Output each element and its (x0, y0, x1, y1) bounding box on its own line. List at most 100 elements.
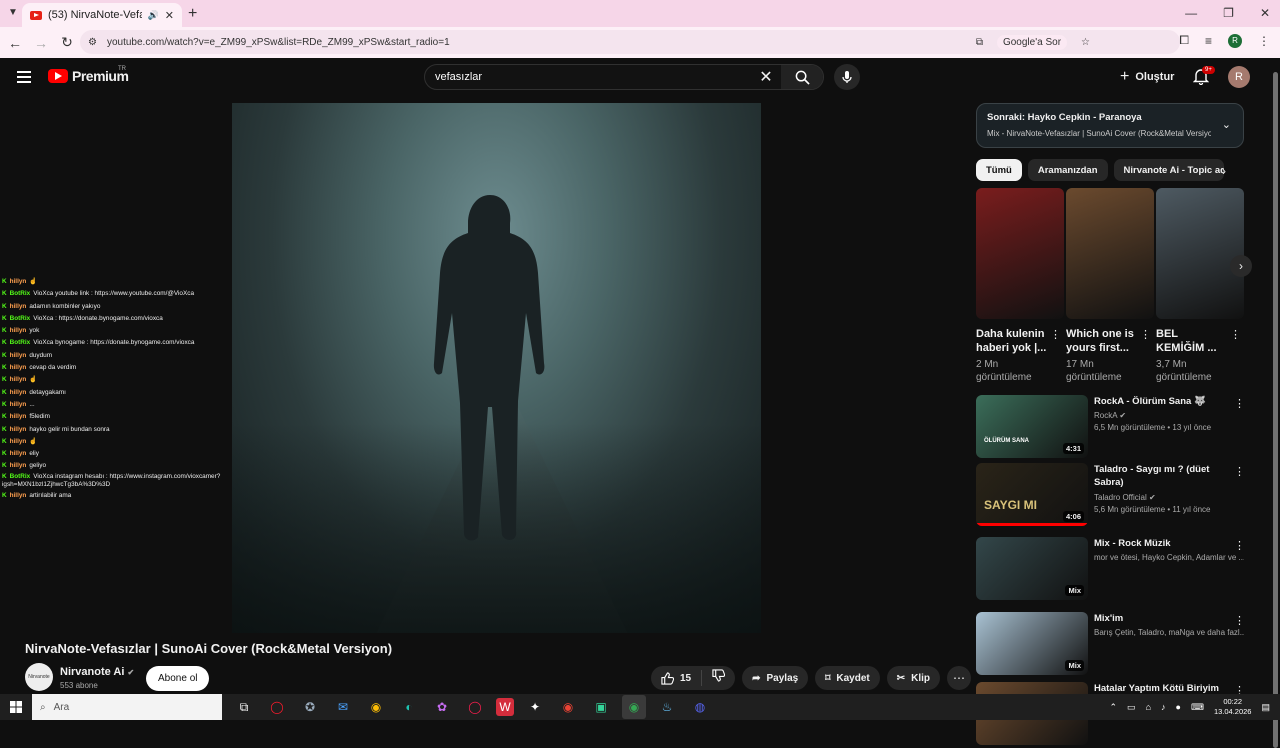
short-card[interactable]: Which one is yours first... 17 Mn görüntü… (1066, 188, 1154, 384)
taskbar-search[interactable]: ⌕ Ara (32, 694, 222, 720)
notification-center-icon[interactable]: ▤ (1261, 702, 1270, 713)
minimize-button[interactable]: — (1185, 6, 1197, 20)
app-green-icon[interactable]: ▣ (589, 695, 613, 719)
opera-icon[interactable]: ◯ (265, 695, 289, 719)
scrollbar[interactable] (1271, 58, 1280, 748)
more-vert-icon[interactable]: ⋮ (1234, 397, 1245, 410)
edge-icon[interactable]: ◐ (397, 695, 421, 719)
voice-search-button[interactable] (834, 64, 860, 90)
speaker-icon[interactable]: ♪ (1161, 702, 1166, 712)
like-button[interactable]: 15 (651, 670, 703, 686)
tray-app-icon[interactable]: ▭ (1127, 702, 1136, 713)
game-icon[interactable]: ✦ (523, 695, 547, 719)
user-avatar[interactable]: R (1228, 66, 1250, 88)
recommendation-channel[interactable]: Taladro Official ✔ (1094, 493, 1244, 502)
save-button[interactable]: ⌑ Kaydet (815, 666, 880, 690)
more-vert-icon[interactable]: ⋮ (1234, 465, 1245, 478)
cast-icon[interactable]: ⧉ (976, 37, 983, 48)
site-info-icon[interactable]: ⚙ (88, 37, 97, 48)
short-title[interactable]: BEL KEMİĞİM ... (1156, 327, 1228, 355)
url-text[interactable]: youtube.com/watch?v=e_ZM99_xPSw&list=RDe… (107, 37, 450, 48)
reading-list-icon[interactable]: ≡ (1205, 34, 1212, 48)
chevron-right-icon[interactable]: › (1222, 164, 1226, 178)
forward-button[interactable]: → (28, 35, 54, 51)
steam-icon[interactable]: ♨ (655, 695, 679, 719)
tray-chevron-icon[interactable]: ⌃ (1110, 702, 1118, 713)
short-title[interactable]: Daha kulenin haberi yok |... (976, 327, 1048, 355)
chrome-icon[interactable]: ◉ (364, 695, 388, 719)
recommendation-title[interactable]: Taladro - Saygı mı ? (düet Sabra) (1094, 463, 1224, 489)
recommendation-channel[interactable]: Barış Çetin, Taladro, maNga ve daha fazl… (1094, 628, 1244, 637)
reload-button[interactable]: ↻ (54, 34, 80, 51)
menu-icon[interactable] (17, 71, 31, 86)
scrollbar-thumb[interactable] (1273, 72, 1278, 748)
recommendation-title[interactable]: Mix'im (1094, 612, 1224, 625)
tab-search-icon[interactable]: ▼ (8, 7, 18, 18)
recommendation-item[interactable]: ÖLÜRÜM SANA 4:31 RockA - Ölürüm Sana 🐺 Rock… (976, 395, 1246, 460)
short-card[interactable]: Daha kulenin haberi yok |... 2 Mn görüntü… (976, 188, 1064, 384)
extensions-icon[interactable]: ⧠ (1179, 33, 1189, 48)
more-vert-icon[interactable]: ⋮ (1234, 539, 1245, 552)
clock[interactable]: 00:22 13.04.2026 (1214, 697, 1252, 717)
back-button[interactable]: ← (2, 35, 28, 51)
share-button[interactable]: ➦ Paylaş (742, 666, 809, 690)
chip-all[interactable]: Tümü (976, 159, 1022, 181)
chrome-active-icon[interactable]: ◉ (622, 695, 646, 719)
more-vert-icon[interactable]: ⋮ (1050, 328, 1061, 341)
weather-icon[interactable]: ● (1176, 702, 1181, 712)
chevron-down-icon[interactable]: ⌄ (1222, 118, 1231, 131)
clear-search-icon[interactable]: ✕ (751, 67, 781, 87)
wps-icon[interactable]: W (496, 698, 514, 716)
google-lens-button[interactable]: Google'a Sor (996, 34, 1068, 50)
network-icon[interactable]: ⌂ (1146, 702, 1151, 712)
browser-tab[interactable]: (53) NirvaNote-Vefasızlar | S 🔊 ✕ (22, 3, 182, 27)
clip-button[interactable]: ✂ Klip (886, 666, 940, 690)
browser-menu-icon[interactable]: ⋮ (1258, 34, 1270, 48)
short-thumbnail[interactable] (1156, 188, 1244, 319)
search-button[interactable] (781, 65, 823, 89)
windows-start-button[interactable] (0, 701, 32, 713)
chip-topic[interactable]: Nirvanote Ai - Topic adlı (1113, 159, 1224, 181)
short-title[interactable]: Which one is yours first... (1066, 327, 1138, 355)
color-app-icon[interactable]: ✿ (430, 695, 454, 719)
recommendation-item[interactable]: Mix Mix - Rock Müzik mor ve ötesi, Hayko C… (976, 537, 1246, 602)
address-bar[interactable]: ⚙ youtube.com/watch?v=e_ZM99_xPSw&list=R… (80, 30, 1180, 54)
profile-avatar[interactable]: R (1228, 33, 1242, 48)
recommendation-thumbnail[interactable]: SAYGI MI 4:06 (976, 463, 1088, 526)
bookmark-star-icon[interactable]: ☆ (1081, 37, 1090, 48)
language-icon[interactable]: ⌨ (1191, 702, 1204, 713)
close-window-button[interactable]: ✕ (1260, 6, 1270, 20)
up-next-panel[interactable]: Sonraki: Hayko Cepkin - Paranoya Mix - N… (976, 103, 1244, 148)
short-thumbnail[interactable] (976, 188, 1064, 319)
shorts-next-button[interactable]: › (1230, 255, 1252, 277)
channel-name[interactable]: Nirvanote Ai ✔ (60, 666, 134, 678)
speaker-icon[interactable]: 🔊 (148, 10, 159, 21)
opera-gx-icon[interactable]: ◯ (463, 695, 487, 719)
recommendation-channel[interactable]: RockA ✔ (1094, 411, 1244, 420)
search-input[interactable]: vefasızlar (425, 71, 751, 83)
task-view-icon[interactable]: ⧉ (232, 695, 256, 719)
short-thumbnail[interactable] (1066, 188, 1154, 319)
restore-button[interactable]: ❐ (1223, 6, 1234, 20)
create-button[interactable]: + Oluştur (1120, 68, 1174, 86)
recommendation-channel[interactable]: mor ve ötesi, Hayko Cepkin, Adamlar ve .… (1094, 553, 1244, 562)
channel-avatar[interactable]: Nirvanote (25, 663, 53, 691)
more-actions-button[interactable]: ⋯ (947, 666, 971, 690)
chrome-icon[interactable]: ◉ (556, 695, 580, 719)
recommendation-thumbnail[interactable]: ÖLÜRÜM SANA 4:31 (976, 395, 1088, 458)
recommendation-title[interactable]: Mix - Rock Müzik (1094, 537, 1224, 550)
mail-icon[interactable]: ✉ (331, 695, 355, 719)
more-vert-icon[interactable]: ⋮ (1230, 328, 1241, 341)
chip-from-search[interactable]: Aramanızdan (1027, 159, 1108, 181)
subscribe-button[interactable]: Abone ol (146, 666, 210, 691)
app-icon[interactable]: ✪ (298, 695, 322, 719)
new-tab-button[interactable]: + (188, 5, 197, 23)
recommendation-item[interactable]: SAYGI MI 4:06 Taladro - Saygı mı ? (düet S… (976, 463, 1246, 528)
recommendation-item[interactable]: Mix Mix'im Barış Çetin, Taladro, maNga ve … (976, 612, 1246, 677)
more-vert-icon[interactable]: ⋮ (1234, 614, 1245, 627)
dislike-button[interactable] (702, 669, 735, 687)
short-card[interactable]: BEL KEMİĞİM ... 3,7 Mn görüntüleme ⋮ (1156, 188, 1244, 384)
recommendation-thumbnail[interactable]: Mix (976, 537, 1088, 600)
tab-close-icon[interactable]: ✕ (165, 9, 174, 22)
video-player[interactable] (232, 103, 761, 633)
